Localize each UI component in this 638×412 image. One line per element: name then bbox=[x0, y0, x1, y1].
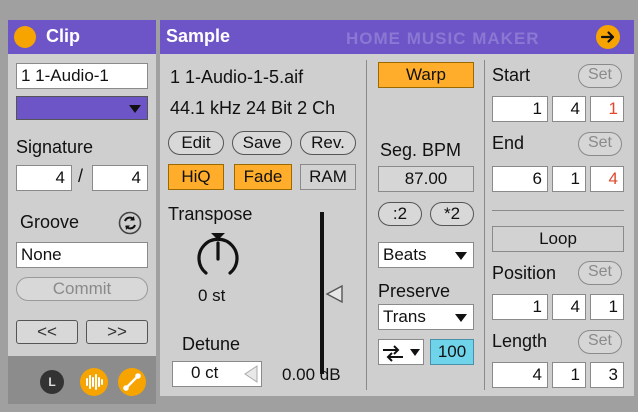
nudge-backward-button[interactable]: << bbox=[16, 320, 78, 344]
envelope-icon bbox=[123, 373, 141, 391]
groove-selector-field[interactable]: None bbox=[16, 242, 148, 268]
gain-value: 0.00 dB bbox=[282, 365, 341, 384]
preserve-label: Preserve bbox=[378, 281, 451, 301]
sample-file-name: 1 1-Audio-1-5.aif bbox=[170, 67, 304, 87]
edit-sample-button[interactable]: Edit bbox=[168, 131, 224, 155]
sample-file-info: 44.1 kHz 24 Bit 2 Ch bbox=[170, 98, 336, 118]
seg-bpm-label: Seg. BPM bbox=[380, 140, 462, 160]
envelope-amount-field[interactable]: 100 bbox=[430, 339, 474, 365]
column-divider bbox=[484, 60, 485, 390]
end-beat-field[interactable]: 1 bbox=[552, 166, 586, 192]
clip-title: Clip bbox=[46, 26, 80, 46]
position-label: Position bbox=[492, 263, 557, 283]
warp-mode-dropdown[interactable]: Beats bbox=[378, 242, 474, 268]
detune-label: Detune bbox=[182, 334, 241, 354]
hiq-toggle[interactable]: HiQ bbox=[168, 164, 224, 190]
signature-label: Signature bbox=[16, 137, 94, 157]
triangle-left-icon bbox=[244, 365, 258, 383]
end-label: End bbox=[492, 133, 525, 153]
end-sixteenth-field[interactable]: 4 bbox=[590, 166, 624, 192]
start-bar-field[interactable]: 1 bbox=[492, 96, 548, 122]
section-divider bbox=[492, 210, 624, 211]
clip-activator-button[interactable] bbox=[14, 26, 36, 48]
detune-value: 0 ct bbox=[191, 363, 219, 382]
column-divider bbox=[366, 60, 367, 390]
hot-swap-groove-icon[interactable] bbox=[118, 211, 142, 235]
signature-separator: / bbox=[78, 166, 84, 186]
clip-color-dropdown[interactable] bbox=[16, 96, 148, 120]
length-bar-field[interactable]: 4 bbox=[492, 362, 548, 388]
halve-tempo-button[interactable]: :2 bbox=[378, 202, 422, 226]
clip-settings-arrow-button[interactable] bbox=[596, 25, 620, 49]
position-beat-field[interactable]: 4 bbox=[552, 294, 586, 320]
start-beat-field[interactable]: 4 bbox=[552, 96, 586, 122]
start-label: Start bbox=[492, 65, 531, 85]
chevron-down-icon bbox=[129, 105, 141, 113]
transpose-label: Transpose bbox=[168, 204, 253, 224]
length-beat-field[interactable]: 1 bbox=[552, 362, 586, 388]
length-sixteenth-field[interactable]: 3 bbox=[590, 362, 624, 388]
signature-numerator-field[interactable]: 4 bbox=[16, 165, 72, 191]
set-end-button[interactable]: Set bbox=[578, 132, 622, 156]
sample-panel: Sample HOME MUSIC MAKER 1 1-Audio-1-5.ai… bbox=[160, 20, 634, 396]
clip-view-selector-bar: L bbox=[8, 356, 156, 404]
transpose-knob[interactable] bbox=[190, 224, 246, 284]
preserve-dropdown[interactable]: Trans bbox=[378, 304, 474, 330]
warp-mode-value: Beats bbox=[383, 245, 427, 264]
fade-toggle[interactable]: Fade bbox=[234, 164, 292, 190]
sample-header: Sample HOME MUSIC MAKER bbox=[160, 20, 634, 54]
length-label: Length bbox=[492, 331, 548, 351]
launch-box-toggle[interactable]: L bbox=[40, 370, 64, 394]
gain-slider-handle-icon[interactable] bbox=[324, 284, 344, 304]
set-position-button[interactable]: Set bbox=[578, 261, 622, 285]
clip-name-field[interactable]: 1 1-Audio-1 bbox=[16, 63, 148, 89]
seg-bpm-field[interactable]: 87.00 bbox=[378, 166, 474, 192]
watermark-text: HOME MUSIC MAKER bbox=[346, 29, 540, 48]
preserve-value: Trans bbox=[383, 307, 426, 326]
signature-denominator-field[interactable]: 4 bbox=[92, 165, 148, 191]
end-bar-field[interactable]: 6 bbox=[492, 166, 548, 192]
start-sixteenth-field[interactable]: 1 bbox=[590, 96, 624, 122]
arrow-right-icon bbox=[600, 31, 615, 43]
detune-field[interactable]: 0 ct bbox=[172, 361, 262, 387]
commit-button[interactable]: Commit bbox=[16, 277, 148, 301]
set-start-button[interactable]: Set bbox=[578, 64, 622, 88]
reverse-sample-button[interactable]: Rev. bbox=[300, 131, 356, 155]
ram-toggle[interactable]: RAM bbox=[300, 164, 356, 190]
transpose-value: 0 st bbox=[198, 286, 226, 305]
envelope-box-toggle[interactable] bbox=[118, 368, 146, 396]
chevron-down-icon bbox=[455, 314, 467, 322]
loop-mode-icon bbox=[383, 345, 403, 362]
position-bar-field[interactable]: 1 bbox=[492, 294, 548, 320]
loop-mode-dropdown[interactable] bbox=[378, 339, 424, 365]
clip-header: Clip bbox=[8, 20, 156, 54]
warp-toggle[interactable]: Warp bbox=[378, 62, 474, 88]
position-sixteenth-field[interactable]: 1 bbox=[590, 294, 624, 320]
save-sample-button[interactable]: Save bbox=[232, 131, 292, 155]
groove-label: Groove bbox=[20, 212, 80, 232]
loop-toggle[interactable]: Loop bbox=[492, 226, 624, 252]
chevron-down-icon bbox=[410, 349, 420, 356]
sample-box-toggle[interactable] bbox=[80, 368, 108, 396]
nudge-forward-button[interactable]: >> bbox=[86, 320, 148, 344]
set-length-button[interactable]: Set bbox=[578, 330, 622, 354]
double-tempo-button[interactable]: *2 bbox=[430, 202, 474, 226]
chevron-down-icon bbox=[455, 252, 467, 260]
sample-title: Sample bbox=[166, 26, 231, 46]
clip-panel: Clip 1 1-Audio-1 Signature 4 / 4 Groove … bbox=[8, 20, 156, 356]
waveform-icon bbox=[86, 374, 103, 390]
